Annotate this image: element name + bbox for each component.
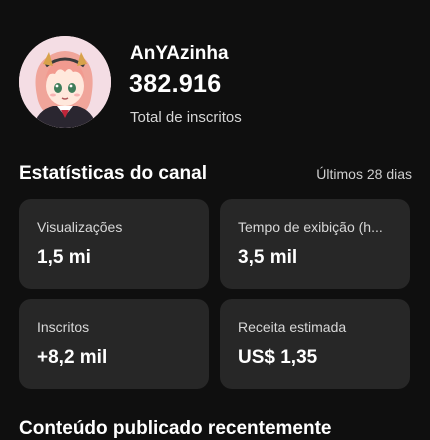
subscriber-count: 382.916 [129,70,222,98]
stat-card-value: +8,2 mil [37,347,108,368]
channel-avatar[interactable] [19,36,111,128]
subscriber-count-label: Total de inscritos [130,109,242,126]
section-title: Estatísticas do canal [19,163,207,184]
stat-card-subscribers[interactable]: Inscritos +8,2 mil [19,299,209,389]
channel-profile: AnYAzinha 382.916 Total de inscritos [19,36,419,128]
stat-card-value: 3,5 mil [238,247,298,268]
anime-girl-avatar-icon [19,36,111,128]
stat-card-label: Visualizações [37,219,123,235]
recent-content-title: Conteúdo publicado recentemente [19,418,332,439]
period-label: Últimos 28 dias [316,166,412,182]
stat-card-revenue[interactable]: Receita estimada US$ 1,35 [220,299,410,389]
channel-stats-header: Estatísticas do canal Últimos 28 dias [19,161,412,189]
stat-card-value: 1,5 mi [37,247,91,268]
stat-card-value: US$ 1,35 [238,347,318,368]
stat-card-watch-time[interactable]: Tempo de exibição (h... 3,5 mil [220,199,410,289]
stat-card-label: Tempo de exibição (h... [238,219,383,235]
stat-card-views[interactable]: Visualizações 1,5 mi [19,199,209,289]
channel-name: AnYAzinha [130,43,229,64]
stat-card-label: Receita estimada [238,319,347,335]
stat-card-label: Inscritos [37,319,90,335]
